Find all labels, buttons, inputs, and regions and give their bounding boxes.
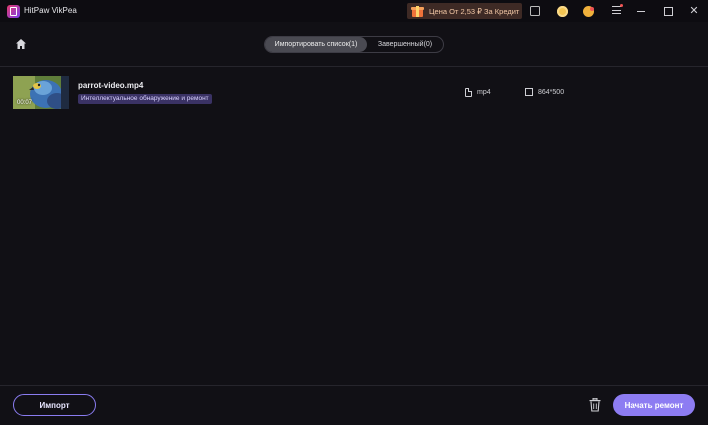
app-title: HitPaw VikPea xyxy=(24,6,77,15)
promo-banner[interactable]: Цена От 2,53 ₽ За Кредит xyxy=(407,3,522,19)
video-duration: 00:07 xyxy=(17,100,33,106)
account-icon[interactable] xyxy=(581,4,595,18)
file-list-item[interactable]: 00:07 parrot-video.mp4 Интеллектуальное … xyxy=(0,72,708,114)
gift-icon xyxy=(411,5,425,17)
trash-icon[interactable] xyxy=(589,398,601,412)
divider xyxy=(0,66,708,67)
list-tabs: Импортировать список(1) Завершенный(0) xyxy=(264,36,444,53)
import-button[interactable]: Импорт xyxy=(13,394,96,416)
divider xyxy=(0,385,708,386)
model-badge[interactable]: Интеллектуальное обнаружение и ремонт xyxy=(78,94,212,104)
menu-icon[interactable] xyxy=(612,4,623,15)
file-icon xyxy=(465,88,472,97)
title-bar: HitPaw VikPea Цена От 2,53 ₽ За Кредит ✕ xyxy=(0,0,708,22)
promo-text: Цена От 2,53 ₽ За Кредит xyxy=(429,6,520,16)
file-name: parrot-video.mp4 xyxy=(78,81,144,90)
home-icon[interactable] xyxy=(15,38,27,50)
app-window: HitPaw VikPea Цена От 2,53 ₽ За Кредит ✕… xyxy=(0,0,708,425)
feedback-icon[interactable] xyxy=(528,4,542,18)
coin-icon[interactable] xyxy=(555,4,569,18)
start-repair-button[interactable]: Начать ремонт xyxy=(613,394,695,416)
close-button[interactable]: ✕ xyxy=(687,4,701,18)
resolution-text: 864*500 xyxy=(538,88,565,96)
file-resolution: 864*500 xyxy=(525,88,564,96)
tab-completed[interactable]: Завершенный(0) xyxy=(367,37,443,52)
app-logo-icon xyxy=(7,5,20,18)
resolution-icon xyxy=(525,88,533,96)
maximize-button[interactable] xyxy=(661,4,675,18)
format-text: mp4 xyxy=(477,89,491,96)
video-thumbnail[interactable]: 00:07 xyxy=(13,76,69,109)
tab-import-list[interactable]: Импортировать список(1) xyxy=(265,37,367,52)
minimize-button[interactable] xyxy=(634,4,648,18)
file-format: mp4 xyxy=(465,88,491,97)
